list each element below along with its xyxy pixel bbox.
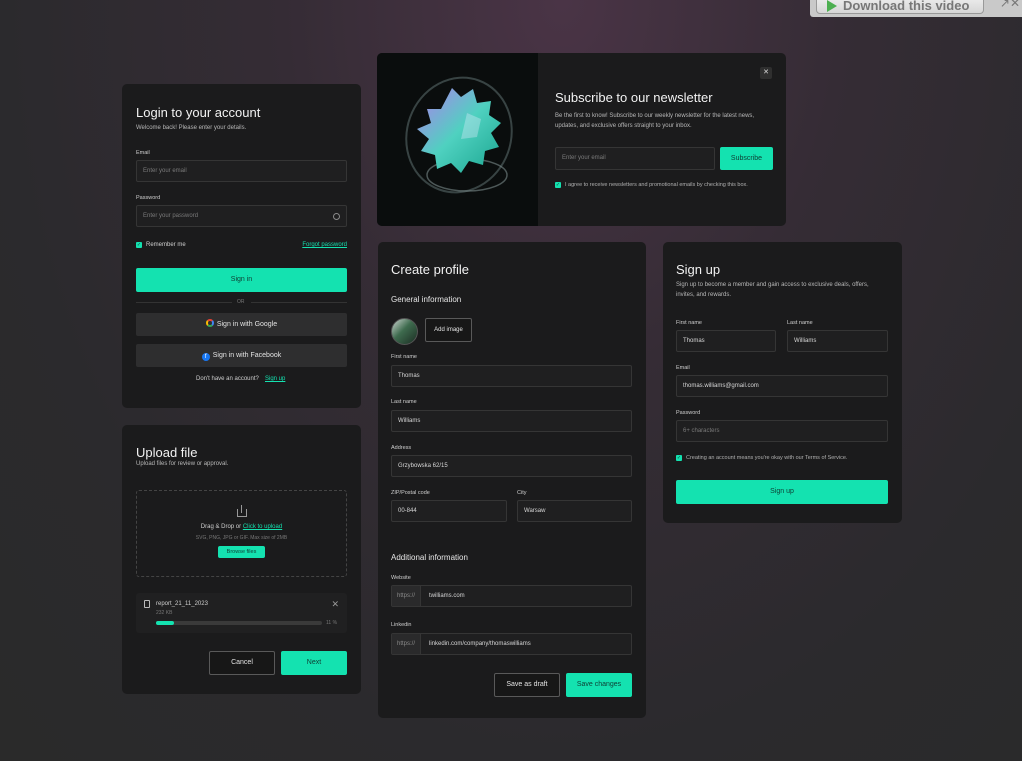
- signup-subtitle: Sign up to become a member and gain acce…: [676, 282, 869, 298]
- last-name-field[interactable]: Williams: [391, 410, 632, 432]
- signup-last-name-label: Last name: [787, 320, 813, 326]
- add-image-button[interactable]: Add image: [425, 318, 472, 342]
- linkedin-prefix: https://: [392, 634, 421, 654]
- file-size: 232 KB: [156, 610, 173, 616]
- sign-in-button[interactable]: Sign in: [136, 268, 347, 292]
- linkedin-label: Linkedin: [391, 622, 412, 628]
- linkedin-field[interactable]: https:// linkedin.com/company/thomaswill…: [391, 633, 632, 655]
- newsletter-email-field[interactable]: Enter your email: [555, 147, 715, 170]
- google-sign-in-button[interactable]: Sign in with Google: [136, 313, 347, 336]
- general-info-heading: General information: [391, 295, 462, 304]
- signup-email-label: Email: [676, 365, 690, 371]
- linkedin-value: linkedin.com/company/thomaswilliams: [429, 641, 531, 647]
- website-prefix: https://: [392, 586, 421, 606]
- remove-file-icon[interactable]: ✕: [331, 599, 339, 610]
- signup-password-label: Password: [676, 410, 701, 416]
- eye-icon[interactable]: [333, 213, 340, 220]
- cancel-button[interactable]: Cancel: [209, 651, 275, 675]
- avatar: [391, 318, 418, 345]
- download-bar: Download this video ↗✕: [810, 0, 1022, 17]
- file-name: report_21_11_2023: [156, 601, 208, 607]
- signup-last-name-field[interactable]: Williams: [787, 330, 888, 352]
- download-label: Download this video: [843, 0, 970, 13]
- signup-email-field[interactable]: thomas.williams@gmail.com: [676, 375, 888, 397]
- facebook-label: Sign in with Facebook: [212, 352, 282, 359]
- zip-label: ZIP/Postal code: [391, 490, 430, 496]
- terms-text: Creating an account means you're okay wi…: [686, 455, 848, 461]
- progress-text: 11 %: [326, 620, 338, 626]
- progress-track: [156, 621, 322, 625]
- drop-zone[interactable]: Drag & Drop or Click to upload SVG, PNG,…: [136, 490, 347, 577]
- address-field[interactable]: Grzybowska 62/15: [391, 455, 632, 477]
- newsletter-description: Be the first to know! Subscribe to our w…: [555, 113, 755, 129]
- download-video-button[interactable]: Download this video: [816, 0, 984, 14]
- first-name-label: First name: [391, 354, 417, 360]
- subscribe-button[interactable]: Subscribe: [720, 147, 773, 170]
- signup-first-name-field[interactable]: Thomas: [676, 330, 776, 352]
- website-value: twilliams.com: [429, 593, 465, 599]
- email-label: Email: [136, 150, 150, 156]
- signup-first-name-label: First name: [676, 320, 702, 326]
- forgot-password-link[interactable]: Forgot password: [302, 242, 347, 248]
- next-button[interactable]: Next: [281, 651, 347, 675]
- upload-title: Upload file: [136, 445, 198, 460]
- zip-field[interactable]: 00-844: [391, 500, 507, 522]
- remember-checkbox[interactable]: ✓: [136, 242, 142, 248]
- password-label: Password: [136, 195, 161, 201]
- sign-up-link[interactable]: Sign up: [265, 376, 285, 382]
- browse-files-button[interactable]: Browse files: [218, 546, 265, 558]
- signup-card: Sign up Sign up to become a member and g…: [663, 242, 902, 523]
- remember-label: Remember me: [146, 242, 186, 248]
- progress-fill: [156, 621, 175, 625]
- facebook-sign-in-button[interactable]: f Sign in with Facebook: [136, 344, 347, 367]
- agree-checkbox[interactable]: ✓: [555, 182, 561, 188]
- signup-submit-button[interactable]: Sign up: [676, 480, 888, 504]
- file-row: report_21_11_2023 232 KB ✕ 11 %: [136, 593, 347, 633]
- website-label: Website: [391, 575, 411, 581]
- agree-text: I agree to receive newsletters and promo…: [565, 182, 748, 188]
- click-to-upload-link[interactable]: Click to upload: [243, 524, 282, 530]
- formats-text: SVG, PNG, JPG or GIF. Max size of 2MB: [195, 535, 288, 541]
- close-button[interactable]: ✕: [760, 67, 772, 79]
- google-icon: [205, 319, 214, 327]
- file-icon: [144, 600, 150, 608]
- play-icon: [827, 0, 837, 12]
- city-field[interactable]: Warsaw: [517, 500, 632, 522]
- address-label: Address: [391, 445, 412, 451]
- login-title: Login to your account: [136, 105, 261, 120]
- popout-close-icons[interactable]: ↗✕: [1000, 0, 1020, 10]
- terms-checkbox[interactable]: ✓: [676, 455, 682, 461]
- additional-info-heading: Additional information: [391, 553, 468, 562]
- password-field[interactable]: Enter your password: [136, 205, 347, 227]
- google-label: Sign in with Google: [216, 321, 278, 328]
- save-changes-button[interactable]: Save changes: [566, 673, 632, 697]
- upload-subtitle: Upload files for review or approval.: [136, 461, 229, 467]
- drop-text: Drag & Drop or: [200, 524, 242, 530]
- divider-left: [136, 302, 232, 303]
- login-card: Login to your account Welcome back! Plea…: [122, 84, 361, 408]
- close-icon: ✕: [763, 69, 769, 76]
- newsletter-title: Subscribe to our newsletter: [555, 90, 713, 105]
- email-field[interactable]: Enter your email: [136, 160, 347, 182]
- website-field[interactable]: https:// twilliams.com: [391, 585, 632, 607]
- signup-title: Sign up: [676, 262, 721, 277]
- login-subtitle: Welcome back! Please enter your details.: [136, 125, 247, 131]
- facebook-icon: f: [201, 353, 210, 361]
- save-as-draft-button[interactable]: Save as draft: [494, 673, 560, 697]
- or-label: OR: [237, 299, 245, 305]
- blob-image: [377, 53, 538, 226]
- divider-right: [251, 302, 347, 303]
- city-label: City: [517, 490, 527, 496]
- first-name-field[interactable]: Thomas: [391, 365, 632, 387]
- no-account-text: Don't have an account?: [196, 376, 259, 382]
- last-name-label: Last name: [391, 399, 417, 405]
- upload-icon: [237, 509, 247, 517]
- abstract-blob-illustration: [405, 76, 513, 194]
- signup-password-field[interactable]: 6+ characters: [676, 420, 888, 442]
- upload-arrow-icon: [241, 505, 242, 513]
- newsletter-card: ✕ Subscribe to our newsletter Be the fir…: [377, 53, 786, 226]
- create-profile-card: Create profile General information Add i…: [378, 242, 646, 718]
- upload-card: Upload file Upload files for review or a…: [122, 425, 361, 694]
- profile-title: Create profile: [391, 262, 470, 277]
